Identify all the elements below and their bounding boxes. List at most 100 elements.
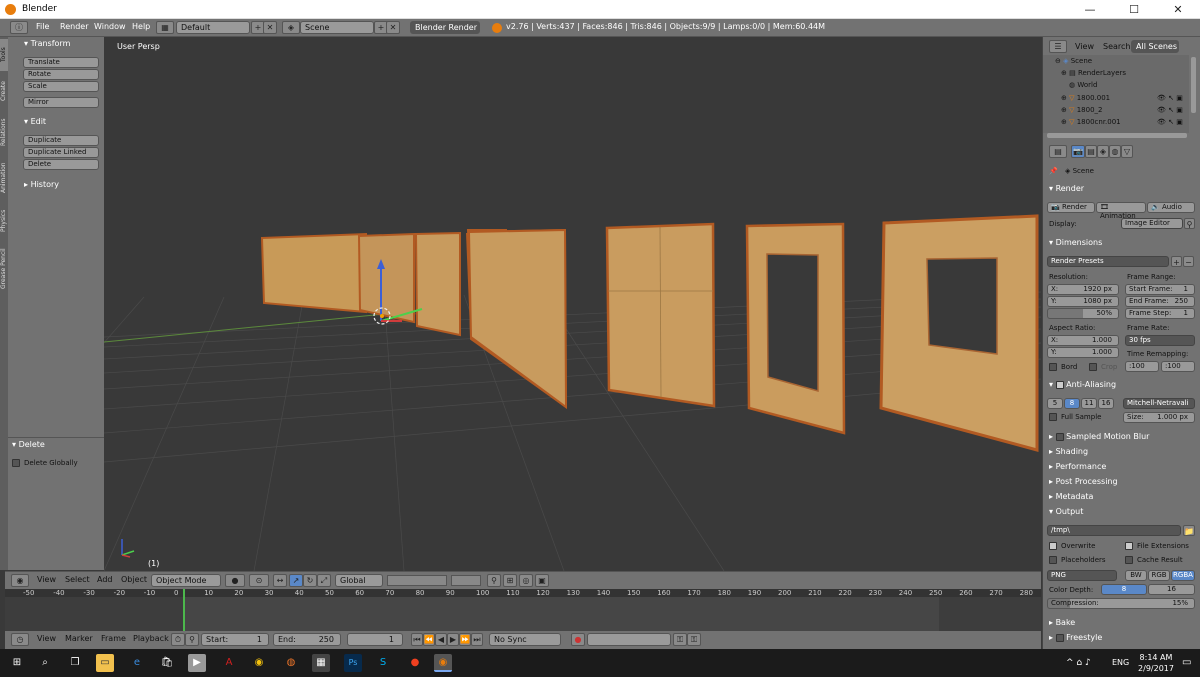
file-format-selector[interactable]: PNG [1047,570,1117,581]
current-frame-marker[interactable] [183,589,185,631]
mirror-button[interactable]: Mirror [23,97,99,108]
outliner-item-renderlayers[interactable]: ⊕ ▤ RenderLayers [1061,69,1126,77]
menu-playback[interactable]: Playback [133,634,169,643]
cache-result-checkbox[interactable] [1125,556,1133,564]
res-y-field[interactable]: Y: 1080 px [1047,296,1119,307]
acrobat-icon[interactable]: A [220,654,238,672]
object-tab-icon[interactable]: ▽ [1121,145,1133,158]
outliner-item-world[interactable]: ◍ World [1069,81,1097,89]
scale-button[interactable]: Scale [23,81,99,92]
end-field[interactable]: End: 250 [273,633,341,646]
dimensions-panel-header[interactable]: ▾ Dimensions [1049,238,1102,247]
render-layers-tab-icon[interactable]: ▤ [1085,145,1097,158]
layers-grid-2[interactable] [451,575,481,586]
tab-create[interactable]: Create [0,73,8,109]
rotate-manipulator-icon[interactable]: ↻ [303,574,317,587]
jump-keyframe-back-icon[interactable]: ⏪ [423,633,435,646]
audio-button[interactable]: 🔈 Audio [1147,202,1195,213]
display-mode-selector[interactable]: All Scenes [1131,40,1179,53]
display-selector[interactable]: Image Editor [1121,218,1183,229]
outliner-item-scene[interactable]: ⊖ ◈ Scene [1055,57,1092,65]
menu-select[interactable]: Select [65,575,90,584]
translate-manipulator-icon[interactable]: ↗ [289,574,303,587]
menu-add[interactable]: Add [97,575,113,584]
delete-button[interactable]: Delete [23,159,99,170]
jump-end-icon[interactable]: ⏭ [471,633,483,646]
scene-icon[interactable]: ◈ [282,21,300,34]
freestyle-panel-header[interactable]: ▸ Freestyle [1049,633,1102,642]
render-button[interactable]: 📷 Render [1047,202,1095,213]
output-path-field[interactable]: /tmp\ [1047,525,1181,536]
play-reverse-icon[interactable]: ◀ [435,633,447,646]
remap-old-field[interactable]: :100 [1125,361,1159,372]
duplicate-linked-button[interactable]: Duplicate Linked [23,147,99,158]
media-icon[interactable]: ▶ [188,654,206,672]
full-sample-checkbox[interactable] [1049,413,1057,421]
menu-marker[interactable]: Marker [65,634,93,643]
store-icon[interactable]: 🛍 [158,654,176,672]
duplicate-button[interactable]: Duplicate [23,135,99,146]
render-panel-header[interactable]: ▾ Render [1049,184,1084,193]
timeline[interactable]: -50 -40 -30 -20 -10 0 10 20 30 40 50 60 70 80 90 100 110… [5,589,1041,631]
timeline-editor-icon[interactable]: ◷ [11,633,29,646]
scale-manipulator-icon[interactable]: ⤢ [317,574,331,587]
pivot-icon[interactable]: ⊙ [249,574,269,587]
menu-view[interactable]: View [37,634,56,643]
menu-help[interactable]: Help [132,22,150,31]
aspect-x-field[interactable]: X: 1.000 [1047,335,1119,346]
photoshop-icon[interactable]: Ps [344,654,362,672]
visibility-eye-icon[interactable]: 👁 ↖ ▣ [1157,94,1183,102]
jump-start-icon[interactable]: ⏮ [411,633,423,646]
add-preset-button[interactable]: + [1171,256,1182,267]
remap-new-field[interactable]: :100 [1161,361,1195,372]
aa-11-button[interactable]: 11 [1081,398,1097,409]
tab-tools[interactable]: Tools [0,39,8,71]
menu-file[interactable]: File [36,22,49,31]
transform-header[interactable]: ▾ Transform [24,39,70,48]
start-field[interactable]: Start: 1 [201,633,269,646]
menu-object[interactable]: Object [121,575,147,584]
app-icon[interactable]: ● [406,654,424,672]
blender-taskbar-icon[interactable]: ◉ [434,654,452,672]
render-presets-selector[interactable]: Render Presets [1047,256,1169,267]
delete-key-icon[interactable]: ⚿ [687,633,701,646]
menu-window[interactable]: Window [94,22,126,31]
anti-aliasing-panel-header[interactable]: ▾ Anti-Aliasing [1049,380,1116,389]
tab-relations[interactable]: Relations [0,111,8,153]
scene-selector[interactable]: Scene [300,21,374,34]
render-engine-selector[interactable]: Blender Render [410,21,480,34]
depth-8-button[interactable]: 8 [1101,584,1147,595]
aa-5-button[interactable]: 5 [1047,398,1063,409]
output-panel-header[interactable]: ▾ Output [1049,507,1083,516]
menu-render[interactable]: Render [60,22,88,31]
pin-icon[interactable]: 📌 [1049,167,1058,175]
crop-checkbox[interactable] [1089,363,1097,371]
editor-type-icon[interactable]: ⓘ [10,21,28,34]
depth-16-button[interactable]: 16 [1148,584,1195,595]
menu-search[interactable]: Search [1103,42,1130,51]
maximize-button[interactable]: ☐ [1112,0,1156,19]
task-view-icon[interactable]: ❐ [66,654,84,672]
aa-16-button[interactable]: 16 [1098,398,1114,409]
bake-panel-header[interactable]: ▸ Bake [1049,618,1075,627]
res-x-field[interactable]: X: 1920 px [1047,284,1119,295]
firefox-icon[interactable]: ◍ [282,654,300,672]
keying-set-field[interactable] [587,633,671,646]
layout-selector[interactable]: Default [176,21,250,34]
border-checkbox[interactable] [1049,363,1057,371]
language-indicator[interactable]: ENG [1112,658,1129,667]
start-frame-field[interactable]: Start Frame: 1 [1125,284,1195,295]
scene-tab-icon[interactable]: ◈ [1097,145,1109,158]
properties-editor-icon[interactable]: ▤ [1049,145,1067,158]
display-lock-icon[interactable]: ⚲ [1184,218,1195,229]
edge-icon[interactable]: e [128,654,146,672]
bw-button[interactable]: BW [1125,570,1147,581]
record-icon[interactable]: ● [571,633,585,646]
visibility-eye-icon[interactable]: 👁 ↖ ▣ [1157,118,1183,126]
file-explorer-icon[interactable]: ▭ [96,654,114,672]
rgb-button[interactable]: RGB [1148,570,1170,581]
menu-frame[interactable]: Frame [101,634,126,643]
snap-target-icon[interactable]: ◎ [519,574,533,587]
manipulator-toggle-icon[interactable]: ↔ [273,574,287,587]
search-icon[interactable]: ⌕ [36,654,54,672]
